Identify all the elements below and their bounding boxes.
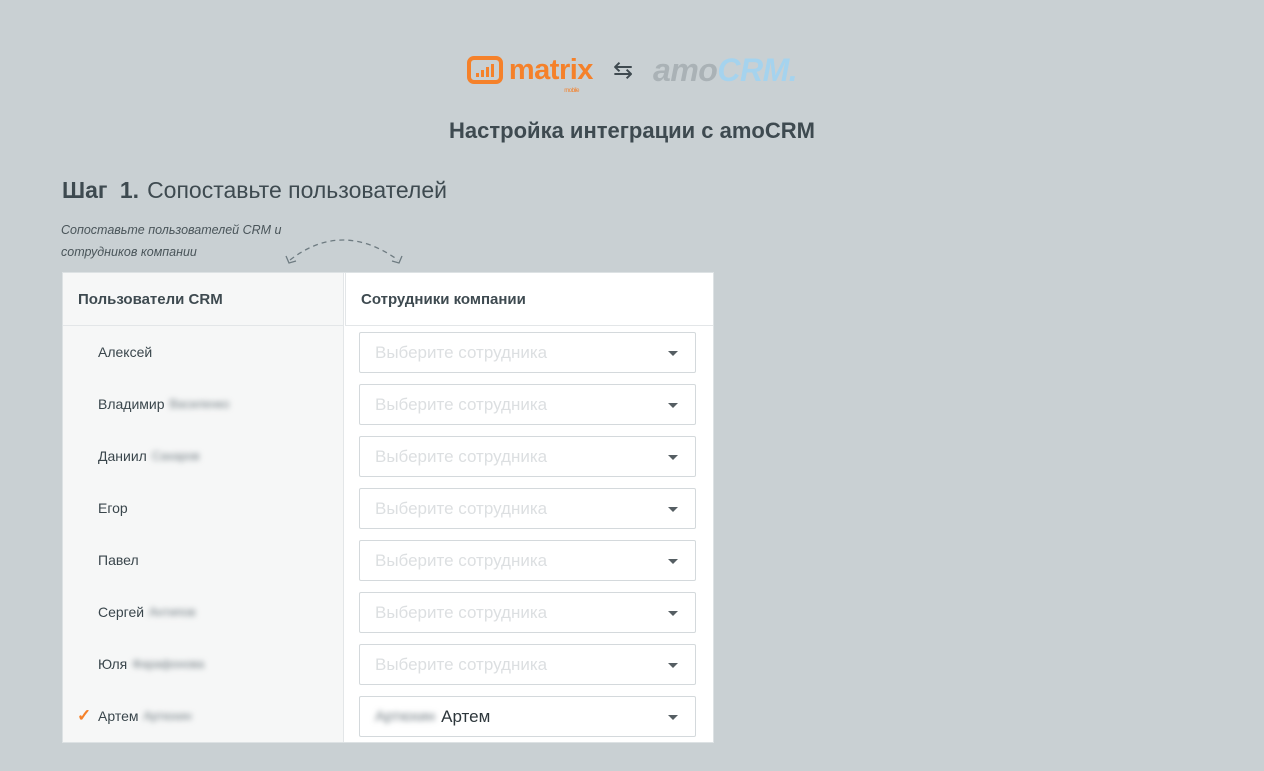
employee-select-placeholder: Выберите сотрудника <box>375 498 548 518</box>
crm-user-row: Владимир Василенко <box>63 378 343 430</box>
logo-bar: matrix mobile ⇆ amoCRM. <box>0 50 1264 94</box>
employee-select[interactable]: Выберите сотрудника <box>359 592 696 633</box>
crm-user-row: Даниил Сахаров <box>63 430 343 482</box>
crm-user-name: Сергей <box>98 604 145 620</box>
employee-select-row: Артюхин Артем <box>345 690 713 742</box>
crm-user-name: Павел <box>98 552 139 568</box>
crm-user-row: Павел <box>63 534 343 586</box>
page-title: Настройка интеграции с amoCRM <box>449 118 815 143</box>
dashed-arrow-arc-icon <box>285 239 403 264</box>
step-number: Шаг 1. <box>62 177 140 203</box>
employee-select-row: Выберите сотрудника <box>345 586 713 638</box>
user-mapping-panel: Пользователи CRM Алексей Владимир Василенк… <box>62 272 714 743</box>
employee-select[interactable]: Выберите сотрудника <box>359 384 696 425</box>
caret-down-icon <box>668 351 678 356</box>
matrix-logo-sub: mobile <box>564 87 579 94</box>
employee-select-row: Выберите сотрудника <box>345 378 713 430</box>
employee-select-row: Выберите сотрудника <box>345 326 713 378</box>
caret-down-icon <box>668 611 678 616</box>
crm-user-surname: Антипов <box>149 605 196 619</box>
caret-down-icon <box>668 559 678 564</box>
swap-arrows-icon: ⇆ <box>612 56 634 84</box>
step-hint: Сопоставьте пользователей CRM и сотрудни… <box>61 223 282 259</box>
crm-user-row: Алексей <box>63 326 343 378</box>
crm-user-name: Даниил <box>98 448 147 464</box>
crm-user-row: Сергей Антипов <box>63 586 343 638</box>
employee-select-row: Выберите сотрудника <box>345 534 713 586</box>
employee-select-placeholder: Выберите сотрудника <box>375 550 548 570</box>
crm-user-surname: Сахаров <box>151 449 200 463</box>
step-title: Сопоставьте пользователей <box>147 177 447 203</box>
crm-user-surname: Фарафонова <box>132 657 205 671</box>
employee-select-row: Выберите сотрудника <box>345 482 713 534</box>
employee-select-placeholder: Выберите сотрудника <box>375 342 548 362</box>
caret-down-icon <box>668 715 678 720</box>
caret-down-icon <box>668 403 678 408</box>
employee-select[interactable]: Выберите сотрудника <box>359 332 696 373</box>
crm-user-row: ✓ Артем Артюхин <box>63 690 343 742</box>
amocrm-logo: amoCRM. <box>653 51 798 88</box>
step-heading: Шаг 1. Сопоставьте пользователей <box>62 177 447 204</box>
crm-user-surname: Артюхин <box>143 709 192 723</box>
employee-select-placeholder: Выберите сотрудника <box>375 446 548 466</box>
employee-select-surname: Артюхин <box>375 708 436 725</box>
crm-user-name: Юля <box>98 656 128 672</box>
company-employees-column: Сотрудники компании Выберите сотрудника В… <box>345 273 713 742</box>
checkmark-icon: ✓ <box>77 706 92 725</box>
employee-select-row: Выберите сотрудника <box>345 430 713 482</box>
crm-user-name: Алексей <box>98 344 153 360</box>
crm-user-name: Владимир <box>98 396 165 412</box>
crm-user-name: Артем <box>98 708 139 724</box>
crm-user-row: Егор <box>63 482 343 534</box>
company-employees-header: Сотрудники компании <box>345 273 713 326</box>
employee-select[interactable]: Выберите сотрудника <box>359 540 696 581</box>
crm-user-surname: Василенко <box>169 397 230 411</box>
crm-user-row: Юля Фарафонова <box>63 638 343 690</box>
crm-users-header: Пользователи CRM <box>63 273 343 326</box>
matrix-logo: matrix mobile <box>466 53 594 94</box>
employee-select-row: Выберите сотрудника <box>345 638 713 690</box>
employee-select[interactable]: Артюхин Артем <box>359 696 696 737</box>
employee-select-value: Артем <box>441 706 491 726</box>
crm-user-name: Егор <box>98 500 128 516</box>
employee-select-placeholder: Выберите сотрудника <box>375 602 548 622</box>
caret-down-icon <box>668 455 678 460</box>
matrix-logo-text: matrix mobile <box>508 53 594 94</box>
employee-select-placeholder: Выберите сотрудника <box>375 654 548 674</box>
employee-select[interactable]: Выберите сотрудника <box>359 436 696 477</box>
matrix-bars-icon <box>466 56 503 84</box>
crm-users-column: Пользователи CRM Алексей Владимир Василенк… <box>63 273 344 742</box>
employee-select[interactable]: Выберите сотрудника <box>359 644 696 685</box>
caret-down-icon <box>668 507 678 512</box>
employee-select[interactable]: Выберите сотрудника <box>359 488 696 529</box>
employee-select-placeholder: Выберите сотрудника <box>375 394 548 414</box>
caret-down-icon <box>668 663 678 668</box>
